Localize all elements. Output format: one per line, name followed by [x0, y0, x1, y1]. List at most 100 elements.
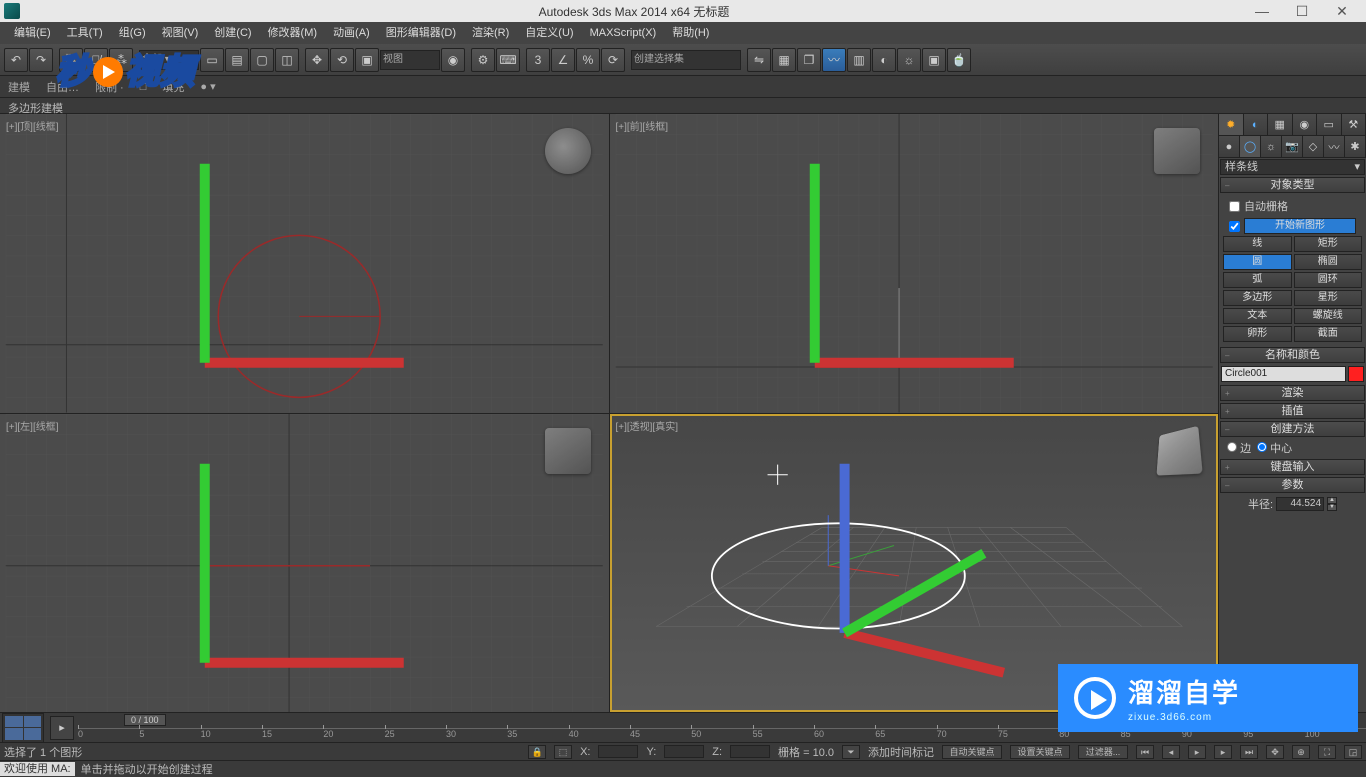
shape-星形[interactable]: 星形	[1294, 290, 1363, 306]
snap-3-button[interactable]: 3	[526, 48, 550, 72]
shape-矩形[interactable]: 矩形	[1294, 236, 1363, 252]
geometry-subtab[interactable]: ●	[1219, 136, 1240, 157]
nav-1[interactable]: ✥	[1266, 745, 1284, 759]
angle-snap-button[interactable]: ∠	[551, 48, 575, 72]
viewport-label-top[interactable]: [+][顶][线框]	[6, 118, 59, 133]
menu-工具(T)[interactable]: 工具(T)	[59, 22, 111, 44]
object-color-swatch[interactable]	[1348, 366, 1364, 382]
redo-button[interactable]: ↷	[29, 48, 53, 72]
goto-end-button[interactable]: ⏭	[1240, 745, 1258, 759]
systems-subtab[interactable]: ✱	[1345, 136, 1366, 157]
interp-rollout-header[interactable]: +插值	[1220, 403, 1365, 419]
select-by-name-button[interactable]: ▤	[225, 48, 249, 72]
key-filter-button[interactable]: 过滤器...	[1078, 745, 1128, 759]
curve-editor-button[interactable]: 〰	[822, 48, 846, 72]
select-region-button[interactable]: ▢	[250, 48, 274, 72]
radius-input[interactable]: 44.524	[1276, 497, 1324, 511]
viewport-label-front[interactable]: [+][前][线框]	[616, 118, 669, 133]
viewport-label-persp[interactable]: [+][透视][真实]	[616, 418, 679, 433]
shape-圆环[interactable]: 圆环	[1294, 272, 1363, 288]
shape-弧[interactable]: 弧	[1223, 272, 1292, 288]
ribbon-tab-modeling[interactable]: 建模	[8, 79, 30, 95]
menu-编辑(E)[interactable]: 编辑(E)	[6, 22, 59, 44]
viewport-label-left[interactable]: [+][左][线框]	[6, 418, 59, 433]
time-slider[interactable]: 0 / 100 05101520253035404550556065707580…	[78, 714, 1366, 742]
render-setup-button[interactable]: ☼	[897, 48, 921, 72]
shape-椭圆[interactable]: 椭圆	[1294, 254, 1363, 270]
window-crossing-button[interactable]: ◫	[275, 48, 299, 72]
unlink-button[interactable]: ⛓̸	[84, 48, 108, 72]
cameras-subtab[interactable]: 📷	[1282, 136, 1303, 157]
minimize-button[interactable]: —	[1242, 0, 1282, 22]
set-key-button[interactable]: 设置关键点	[1010, 745, 1070, 759]
play-anim-button[interactable]: ▸	[1188, 745, 1206, 759]
manipulate-button[interactable]: ⚙	[471, 48, 495, 72]
auto-key-button[interactable]: 自动关键点	[942, 745, 1002, 759]
menu-帮助(H)[interactable]: 帮助(H)	[664, 22, 717, 44]
next-frame-button[interactable]: ▸	[1214, 745, 1232, 759]
nav-4[interactable]: ◲	[1344, 745, 1362, 759]
radius-spinner[interactable]: ▲▼	[1327, 497, 1337, 511]
params-rollout-header[interactable]: –参数	[1220, 477, 1365, 493]
menu-自定义(U)[interactable]: 自定义(U)	[517, 22, 581, 44]
menu-组(G)[interactable]: 组(G)	[111, 22, 154, 44]
shapes-subtab[interactable]: ◯	[1240, 136, 1261, 157]
maximize-button[interactable]: ☐	[1282, 0, 1322, 22]
time-tag-icon[interactable]: ⏷	[842, 745, 860, 759]
shape-文本[interactable]: 文本	[1223, 308, 1292, 324]
render-rollout-header[interactable]: +渲染	[1220, 385, 1365, 401]
select-object-button[interactable]: ▭	[200, 48, 224, 72]
lock-icon[interactable]: 🔒	[528, 745, 546, 759]
viewport-left[interactable]: [+][左][线框]	[0, 414, 609, 713]
shape-卵形[interactable]: 卵形	[1223, 326, 1292, 342]
object-type-header[interactable]: –对象类型	[1220, 177, 1365, 193]
menu-创建(C)[interactable]: 创建(C)	[206, 22, 259, 44]
ref-coord-dropdown[interactable]: 视图	[380, 50, 440, 70]
pivot-button[interactable]: ◉	[441, 48, 465, 72]
render-button[interactable]: 🍵	[947, 48, 971, 72]
rotate-button[interactable]: ⟲	[330, 48, 354, 72]
method-rollout-header[interactable]: –创建方法	[1220, 421, 1365, 437]
coord-x-input[interactable]	[598, 745, 638, 758]
method-edge-radio[interactable]: 边	[1227, 440, 1251, 456]
modify-tab[interactable]: ◐	[1244, 114, 1269, 135]
prev-frame-button[interactable]: ◂	[1162, 745, 1180, 759]
coord-y-input[interactable]	[664, 745, 704, 758]
lights-subtab[interactable]: ☼	[1261, 136, 1282, 157]
viewport-top[interactable]: [+][顶][线框]	[0, 114, 609, 413]
move-button[interactable]: ✥	[305, 48, 329, 72]
play-button[interactable]: ▸	[50, 716, 74, 740]
spacewarps-subtab[interactable]: 〰	[1324, 136, 1345, 157]
coord-z-input[interactable]	[730, 745, 770, 758]
ribbon-tab-constrain[interactable]: 限制 ·	[95, 79, 124, 95]
motion-tab[interactable]: ◉	[1293, 114, 1318, 135]
menu-渲染(R)[interactable]: 渲染(R)	[464, 22, 517, 44]
render-frame-button[interactable]: ▣	[922, 48, 946, 72]
start-new-shape-checkbox[interactable]: 开始新图形	[1223, 216, 1362, 236]
schematic-button[interactable]: ▥	[847, 48, 871, 72]
viewport-perspective[interactable]: [+][透视][真实]	[610, 414, 1219, 713]
keyboard-rollout-header[interactable]: +键盘输入	[1220, 459, 1365, 475]
material-editor-button[interactable]: ◐	[872, 48, 896, 72]
display-tab[interactable]: ▭	[1317, 114, 1342, 135]
keyboard-shortcut-button[interactable]: ⌨	[496, 48, 520, 72]
bind-spacewarp-button[interactable]: ⁂	[109, 48, 133, 72]
menu-MAXScript(X)[interactable]: MAXScript(X)	[582, 22, 665, 44]
close-button[interactable]: ✕	[1322, 0, 1362, 22]
scale-button[interactable]: ▣	[355, 48, 379, 72]
nav-2[interactable]: ⊕	[1292, 745, 1310, 759]
menu-动画(A)[interactable]: 动画(A)	[325, 22, 378, 44]
shape-螺旋线[interactable]: 螺旋线	[1294, 308, 1363, 324]
goto-start-button[interactable]: ⏮	[1136, 745, 1154, 759]
named-selection-dropdown[interactable]: 创建选择集	[631, 50, 741, 70]
object-name-input[interactable]: Circle001	[1221, 366, 1346, 382]
viewport-front[interactable]: [+][前][线框]	[610, 114, 1219, 413]
time-slider-handle[interactable]: 0 / 100	[124, 714, 166, 726]
shape-线[interactable]: 线	[1223, 236, 1292, 252]
link-button[interactable]: ⛓	[59, 48, 83, 72]
shape-圆[interactable]: 圆	[1223, 254, 1292, 270]
align-button[interactable]: ▦	[772, 48, 796, 72]
menu-视图(V)[interactable]: 视图(V)	[154, 22, 207, 44]
helpers-subtab[interactable]: ◇	[1303, 136, 1324, 157]
shape-截面[interactable]: 截面	[1294, 326, 1363, 342]
